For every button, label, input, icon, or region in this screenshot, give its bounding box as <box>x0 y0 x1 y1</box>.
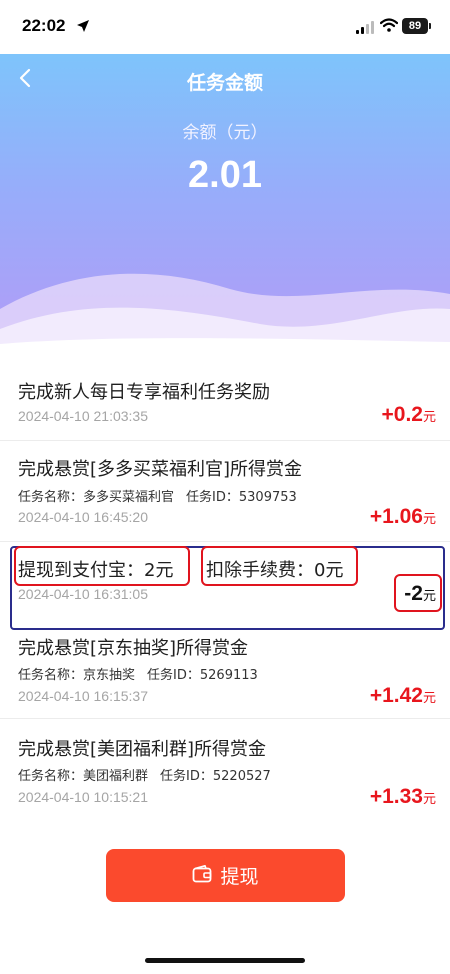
home-indicator <box>145 958 305 963</box>
record-task-info: 任务名称：美团福利群 任务ID：5220527 <box>18 765 271 784</box>
record-amount: +1.06元 <box>370 505 436 529</box>
amount-value: +0.2 <box>381 403 423 426</box>
amount-value: +1.06 <box>369 505 423 528</box>
amount-value: +1.33 <box>369 785 423 808</box>
status-time: 22:02 <box>22 16 66 35</box>
task-name: 多多买菜福利官 <box>83 490 175 505</box>
record-amount: +1.33元 <box>370 785 436 809</box>
record-amount: +0.2元 <box>382 403 436 427</box>
highlight-box-withdraw-amount <box>14 546 190 586</box>
cellular-signal-icon <box>356 19 374 38</box>
record-task-info: 任务名称：京东抽奖 任务ID：5269113 <box>18 664 258 683</box>
page-title: 任务金额 <box>186 72 263 94</box>
task-id: 5309753 <box>238 490 297 505</box>
record-title: 完成悬赏[京东抽奖]所得赏金 <box>18 638 249 659</box>
highlight-box-amount <box>394 574 442 612</box>
wifi-icon <box>379 17 399 36</box>
record-amount: +1.42元 <box>370 684 436 708</box>
task-name-label: 任务名称： <box>18 769 84 784</box>
task-name: 京东抽奖 <box>83 668 136 683</box>
amount-unit: 元 <box>422 691 436 706</box>
task-id: 5220527 <box>212 769 271 784</box>
list-item[interactable]: 完成悬赏[京东抽奖]所得赏金 任务名称：京东抽奖 任务ID：5269113 202… <box>0 622 450 718</box>
wallet-icon <box>192 864 212 887</box>
record-time: 2024-04-10 10:15:21 <box>18 789 148 805</box>
task-id-label: 任务ID： <box>186 490 239 505</box>
withdraw-label: 提现 <box>220 866 259 888</box>
balance-header: 任务金额 余额（元） 2.01 <box>0 54 450 354</box>
task-id-label: 任务ID： <box>160 769 213 784</box>
task-name-label: 任务名称： <box>18 490 84 505</box>
task-name-label: 任务名称： <box>18 668 84 683</box>
amount-unit: 元 <box>422 512 436 527</box>
record-time: 2024-04-10 21:03:35 <box>18 408 148 424</box>
task-id-label: 任务ID： <box>147 668 200 683</box>
record-task-info: 任务名称：多多买菜福利官 任务ID：5309753 <box>18 486 297 505</box>
location-arrow-icon <box>76 18 90 37</box>
record-title: 完成新人每日专享福利任务奖励 <box>18 382 270 403</box>
task-id: 5269113 <box>199 668 258 683</box>
amount-unit: 元 <box>422 410 436 425</box>
balance-amount: 2.01 <box>188 154 262 196</box>
status-bar: 22:02 89 <box>0 0 450 54</box>
amount-unit: 元 <box>422 792 436 807</box>
record-time: 2024-04-10 16:45:20 <box>18 509 148 525</box>
list-item[interactable]: 完成悬赏[美团福利群]所得赏金 任务名称：美团福利群 任务ID：5220527 2… <box>0 719 450 819</box>
list-item[interactable]: 完成悬赏[多多买菜福利官]所得赏金 任务名称：多多买菜福利官 任务ID：53097… <box>0 441 450 541</box>
balance-label: 余额（元） <box>182 123 268 143</box>
record-title: 完成悬赏[多多买菜福利官]所得赏金 <box>18 459 303 480</box>
header-waves <box>0 273 450 354</box>
withdraw-button[interactable]: 提现 <box>106 849 345 902</box>
record-title: 完成悬赏[美团福利群]所得赏金 <box>18 739 267 760</box>
battery-indicator: 89 <box>402 18 431 34</box>
list-item[interactable]: 完成新人每日专享福利任务奖励 2024-04-10 21:03:35 +0.2元 <box>0 362 450 440</box>
task-name: 美团福利群 <box>83 769 149 784</box>
amount-value: +1.42 <box>369 684 423 707</box>
record-time: 2024-04-10 16:15:37 <box>18 688 148 704</box>
highlight-box-fee <box>201 546 358 586</box>
